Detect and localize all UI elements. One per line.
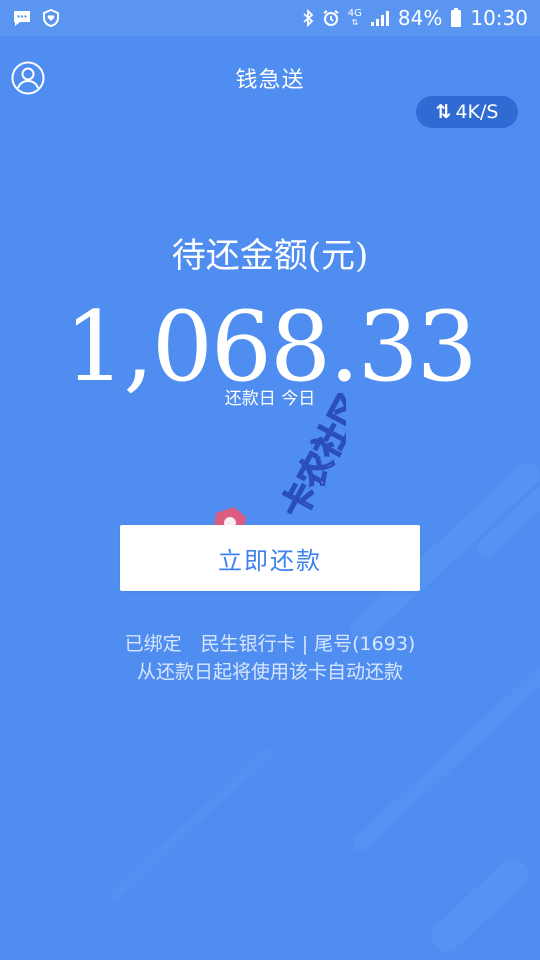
- card-info: 已绑定 民生银行卡 | 尾号(1693) 从还款日起将使用该卡自动还款: [0, 630, 540, 686]
- status-bar: 4G ⇅ 84% 10:30: [0, 0, 540, 36]
- alarm-icon: [322, 9, 340, 27]
- bluetooth-icon: [302, 9, 314, 27]
- network-label: 4G: [347, 8, 362, 19]
- watermark-text: 卡农社区: [274, 393, 346, 525]
- battery-percent: 84%: [397, 6, 443, 30]
- auto-repay-text: 从还款日起将使用该卡自动还款: [136, 661, 403, 683]
- page-title: 钱急送: [235, 68, 305, 93]
- status-left-icons: [12, 9, 60, 27]
- background-stripe: [349, 665, 540, 855]
- signal-icon: [370, 9, 390, 27]
- background-stripe: [106, 746, 274, 904]
- shield-heart-icon: [42, 9, 60, 27]
- amount-label: 待还金额(元): [171, 236, 369, 276]
- repay-now-button[interactable]: 立即还款: [120, 525, 420, 591]
- status-right-icons: 4G ⇅ 84% 10:30: [302, 6, 528, 30]
- bound-card-text: 已绑定 民生银行卡 | 尾号(1693): [124, 633, 416, 655]
- repay-date: 还款日 今日: [224, 389, 316, 409]
- battery-icon: [450, 8, 462, 28]
- chat-icon: [12, 9, 32, 27]
- network-speed-badge: ⇅ 4K/S: [416, 96, 518, 128]
- background-stripe: [425, 853, 535, 957]
- transfer-arrows-icon: ⇅: [435, 101, 452, 123]
- network-speed: 4K/S: [455, 101, 499, 123]
- network-type: 4G ⇅: [347, 8, 362, 28]
- clock: 10:30: [470, 6, 528, 30]
